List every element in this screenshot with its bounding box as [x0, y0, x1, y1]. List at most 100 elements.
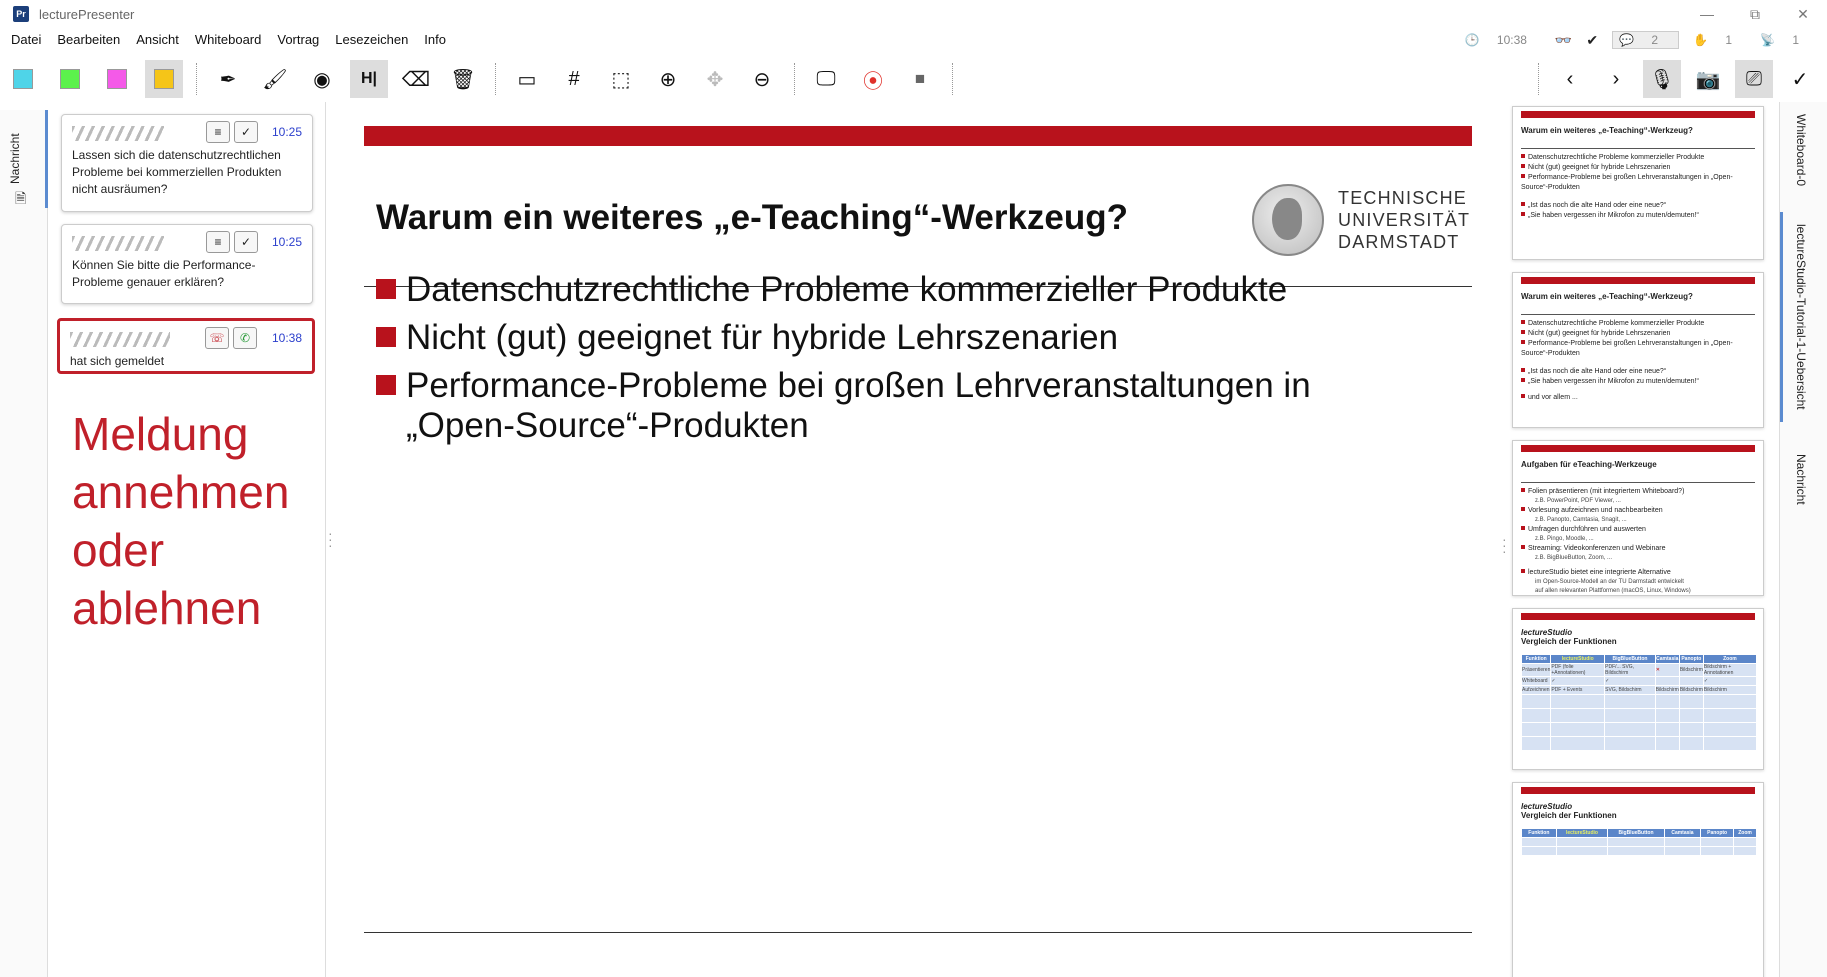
slide-thumbnail[interactable]: lectureStudio Vergleich der Funktionen Fu… — [1512, 782, 1764, 977]
discard-check-icon[interactable]: ✓ — [234, 231, 258, 253]
maximize-button[interactable]: ⧉ — [1731, 0, 1779, 28]
university-logo: TECHNISCHE UNIVERSITÄT DARMSTADT — [1252, 168, 1472, 272]
tab-nachricht-right[interactable]: Nachricht — [1794, 454, 1808, 505]
thumb-title: Warum ein weiteres „e-Teaching“-Werkzeug… — [1521, 292, 1755, 314]
thumb-td: SVG, Bildschirm — [1604, 685, 1656, 695]
stream-indicator[interactable]: 📡 1 — [1760, 33, 1813, 47]
thumb-title-text: Warum ein weiteres „e-Teaching“-Werkzeug… — [1521, 292, 1693, 301]
thumb-subline: auf allen relevanten Plattformen (macOS,… — [1535, 588, 1691, 594]
reply-icon[interactable]: ≡ — [206, 231, 230, 253]
thumb-spacer — [1513, 359, 1763, 367]
slide-thumbnail[interactable]: Warum ein weiteres „e-Teaching“-Werkzeug… — [1512, 106, 1764, 260]
color-magenta-button[interactable] — [98, 60, 136, 98]
tab-whiteboard[interactable]: Whiteboard-0 — [1794, 114, 1808, 186]
reply-icon[interactable]: ≡ — [206, 121, 230, 143]
thumb-line: lectureStudio bietet eine integrierte Al… — [1521, 568, 1755, 578]
camera-icon[interactable]: 📷 — [1689, 60, 1727, 98]
color-yellow-button[interactable] — [145, 60, 183, 98]
thumb-line: Nicht (gut) geeignet für hybride Lehrsze… — [1521, 163, 1755, 173]
thumb-td — [1700, 837, 1735, 847]
microphone-icon[interactable]: 🎙 — [1643, 60, 1681, 98]
thumb-td — [1733, 846, 1757, 856]
thumb-td: ✕ — [1654, 663, 1680, 677]
message-header: ≡ ✓ 10:25 — [72, 121, 302, 147]
screen-icon[interactable]: 🖵 — [807, 60, 845, 98]
select-icon[interactable]: ⬚ — [602, 60, 640, 98]
menu-ansicht[interactable]: Ansicht — [128, 28, 187, 52]
message-card: ≡ ✓ 10:25 Können Sie bitte die Performan… — [61, 224, 313, 304]
grid-image-icon[interactable]: ▭ — [508, 60, 546, 98]
tab-nachricht[interactable]: Nachricht — [8, 114, 22, 184]
grid-icon[interactable]: # — [555, 60, 593, 98]
thumb-td — [1520, 708, 1552, 723]
tab-document[interactable]: lectureStudio-Tutorial-1-Uebersicht — [1794, 224, 1808, 410]
toolbar-separator — [495, 63, 496, 95]
zoom-in-icon[interactable]: ⊕ — [649, 60, 687, 98]
slide-thumbnail[interactable]: Warum ein weiteres „e-Teaching“-Werkzeug… — [1512, 272, 1764, 428]
color-cyan-button[interactable] — [4, 60, 42, 98]
zoom-out-icon[interactable]: ⊖ — [743, 60, 781, 98]
color-green-button[interactable] — [51, 60, 89, 98]
clock-time: 10:38 — [1496, 33, 1527, 47]
menu-info[interactable]: Info — [416, 28, 454, 52]
logo-line: DARMSTADT — [1338, 232, 1460, 252]
minimize-button[interactable]: — — [1683, 0, 1731, 28]
slide-canvas[interactable]: Warum ein weiteres „e-Teaching“-Werkzeug… — [332, 102, 1502, 977]
pen-icon[interactable]: ✒ — [209, 60, 247, 98]
thumb-td: Bildschirm — [1678, 685, 1704, 695]
record-icon[interactable]: ⦿ — [854, 60, 892, 98]
thumb-td — [1520, 722, 1552, 737]
cast-icon[interactable]: ⎚ — [1735, 60, 1773, 98]
stop-icon[interactable]: ⏹ — [901, 60, 939, 98]
glasses-icon[interactable]: 👓 — [1555, 32, 1572, 49]
discard-check-icon[interactable]: ✓ — [234, 121, 258, 143]
thumb-td — [1654, 676, 1680, 686]
stream-count: 1 — [1792, 33, 1799, 47]
status-bar: 🕒 10:38 👓 ✔ 💬 2 ✋ 1 📡 1 — [1465, 28, 1827, 52]
thumb-line: Performance-Probleme bei großen Lehrvera… — [1521, 339, 1755, 359]
text-icon[interactable]: H| — [350, 60, 388, 98]
menu-bearbeiten[interactable]: Bearbeiten — [49, 28, 128, 52]
eraser-icon[interactable]: ⌫ — [397, 60, 435, 98]
close-button[interactable]: ✕ — [1779, 0, 1827, 28]
pan-icon[interactable]: ✥ — [696, 60, 734, 98]
accept-call-icon[interactable]: ✆ — [233, 327, 257, 349]
thumb-th: Funktion — [1521, 828, 1557, 838]
thumb-line: „Ist das noch die alte Hand oder eine ne… — [1521, 201, 1755, 211]
trash-icon[interactable]: 🗑 — [444, 60, 482, 98]
menu-datei[interactable]: Datei — [0, 28, 49, 52]
thumb-title: lectureStudio Vergleich der Funktionen — [1521, 628, 1755, 654]
message-icon[interactable]: 🗎 — [15, 188, 26, 212]
annotation-line: Meldung — [72, 408, 249, 460]
menu-whiteboard[interactable]: Whiteboard — [187, 28, 269, 52]
prev-icon[interactable]: ‹ — [1551, 60, 1589, 98]
thumb-td — [1521, 846, 1557, 856]
thumb-table: Funktion lectureStudio BigBlueButton Cam… — [1520, 654, 1758, 751]
thumb-title-text: lectureStudio — [1521, 628, 1573, 637]
slide-thumbnail[interactable]: lectureStudio Vergleich der Funktionen Fu… — [1512, 608, 1764, 770]
thumb-td: Bildschirm — [1654, 685, 1680, 695]
slide-thumbnail[interactable]: Aufgaben für eTeaching-Werkzeuge Folien … — [1512, 440, 1764, 596]
thumb-td — [1654, 708, 1680, 723]
next-icon[interactable]: › — [1597, 60, 1635, 98]
messages-indicator[interactable]: 💬 2 — [1612, 31, 1680, 49]
bullet-square — [376, 279, 396, 299]
slide-bullet-cont: „Open-Source“-Produkten — [406, 406, 809, 445]
app-icon: Pr — [13, 6, 29, 22]
check-circle-icon[interactable]: ✔ — [1586, 32, 1598, 49]
toolbar-separator — [196, 63, 197, 95]
thumb-td: Bildschirm — [1702, 685, 1758, 695]
hand-indicator[interactable]: ✋ 1 — [1693, 33, 1746, 47]
thumb-td — [1654, 722, 1680, 737]
thumb-line: und vor allem ... — [1521, 393, 1755, 403]
right-splitter-handle[interactable]: · · · — [1502, 532, 1507, 558]
message-time: 10:25 — [271, 125, 302, 139]
highlighter-icon[interactable]: 🖌 — [256, 60, 294, 98]
pointer-icon[interactable]: ◉ — [303, 60, 341, 98]
reject-call-icon[interactable]: ☏ — [205, 327, 229, 349]
check-icon[interactable]: ✓ — [1781, 60, 1819, 98]
menu-vortrag[interactable]: Vortrag — [269, 28, 327, 52]
thumb-th: Zoom — [1733, 828, 1757, 838]
thumb-title-text: Aufgaben für eTeaching-Werkzeuge — [1521, 460, 1657, 469]
menu-lesezeichen[interactable]: Lesezeichen — [327, 28, 416, 52]
